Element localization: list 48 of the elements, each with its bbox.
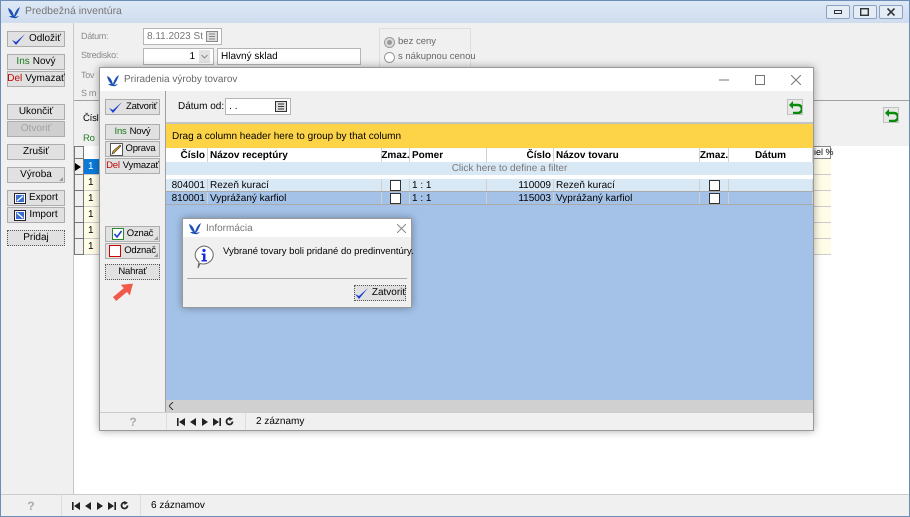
toolbar-button[interactable]: Import bbox=[7, 207, 65, 223]
date-field[interactable]: 8.11.2023 St bbox=[143, 28, 222, 45]
option-label: bez ceny bbox=[398, 35, 436, 49]
toolbar-button[interactable]: Del Vymazať bbox=[105, 158, 160, 174]
close-button[interactable]: Zatvoriť bbox=[354, 285, 406, 301]
toolbar-button[interactable]: Export bbox=[7, 190, 65, 206]
field-label: S m bbox=[81, 86, 96, 100]
table-cell: Rezeň kurací bbox=[554, 179, 700, 191]
name-field[interactable]: Hlavný sklad bbox=[217, 48, 361, 64]
toolbar-button[interactable]: Pridaj bbox=[7, 230, 65, 246]
toolbar-button[interactable]: Del Vymazať bbox=[7, 71, 65, 87]
toolbar-button[interactable]: Zrušiť bbox=[7, 144, 65, 160]
option-label: s nákupnou cenou bbox=[398, 50, 476, 64]
field-label: Dátum od: bbox=[178, 100, 224, 114]
filter-row[interactable]: Click here to define a filter bbox=[166, 162, 813, 175]
table-cell: 1 : 1 bbox=[410, 192, 487, 204]
field-label: Stredisko: bbox=[81, 49, 118, 62]
field-label: Dátum: bbox=[81, 30, 108, 43]
toolbar-button[interactable]: Ins Nový bbox=[7, 54, 65, 70]
message-text: Vybrané tovary boli pridané do predinventúry. bbox=[223, 245, 414, 259]
table-cell: 1 : 1 bbox=[410, 179, 487, 191]
table-cell: 110009 bbox=[487, 179, 554, 191]
section-label: Čísl bbox=[83, 112, 99, 126]
table-cell: 804001 bbox=[166, 179, 208, 191]
table-cell: Vyprážaný karfiol bbox=[554, 192, 700, 204]
toolbar-button[interactable]: Odložiť bbox=[7, 31, 65, 47]
toolbar-button[interactable]: Odznač bbox=[105, 243, 160, 259]
dialog-title: Informácia bbox=[206, 222, 253, 236]
toolbar-button[interactable]: Označ bbox=[105, 226, 160, 242]
toolbar-button[interactable]: Nahrať bbox=[105, 264, 160, 280]
table-cell: 810001 bbox=[166, 192, 208, 204]
toolbar-button[interactable]: Zatvoriť bbox=[105, 99, 160, 115]
table-cell: Vyprážaný karfiol bbox=[208, 192, 382, 204]
toolbar-button[interactable]: Oprava bbox=[105, 141, 160, 157]
date-field[interactable]: . . bbox=[225, 98, 292, 115]
toolbar-button[interactable]: Výroba bbox=[7, 167, 65, 183]
table-cell: Rezeň kurací bbox=[208, 179, 382, 191]
section-note: Ro bbox=[83, 132, 96, 146]
window-title: Priradenia výroby tovarov bbox=[124, 73, 238, 87]
window-title: Predbežná inventúra bbox=[25, 4, 122, 20]
record-count: 6 záznamov bbox=[150, 499, 205, 513]
record-count: 2 záznamy bbox=[255, 415, 304, 429]
toolbar-button[interactable]: Ins Nový bbox=[105, 124, 160, 140]
group-by-panel: Drag a column header here to group by that column bbox=[166, 124, 813, 148]
number-field[interactable]: 1 bbox=[143, 48, 214, 64]
toolbar-button[interactable]: Ukončiť bbox=[7, 104, 65, 120]
field-label: Tov bbox=[81, 68, 94, 82]
table-cell: 115003 bbox=[487, 192, 554, 204]
